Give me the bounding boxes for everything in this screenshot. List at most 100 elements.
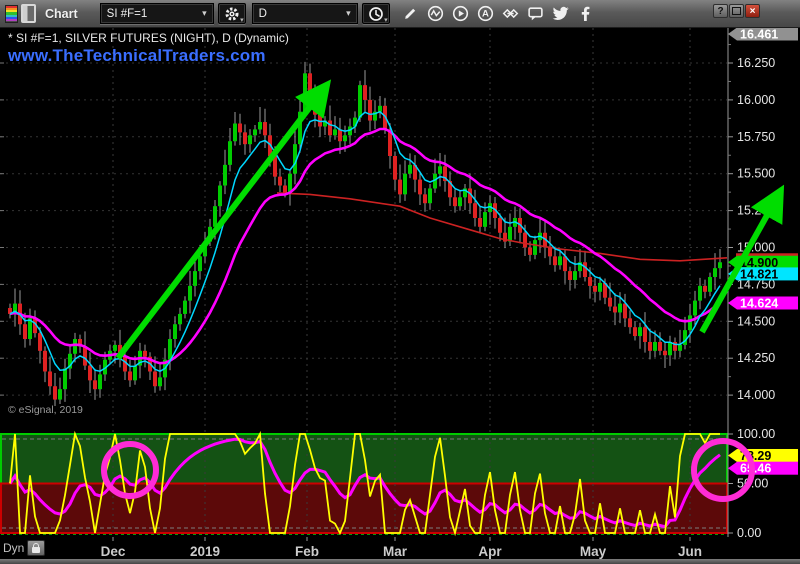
restore-icon	[732, 7, 741, 15]
studies-button[interactable]	[423, 3, 448, 25]
candle-body	[358, 85, 362, 117]
candle-body	[693, 301, 697, 316]
candle-body	[298, 112, 302, 144]
svg-text:50.00: 50.00	[737, 477, 768, 491]
candle-body	[328, 121, 332, 136]
candle-body	[458, 197, 462, 206]
candle-body	[53, 386, 57, 399]
candle-body	[638, 327, 642, 336]
candle-body	[168, 339, 172, 360]
candle-body	[278, 177, 282, 186]
alerts-button[interactable]: A	[473, 3, 498, 25]
price-tag: 16.461	[740, 28, 778, 42]
svg-text:16.250: 16.250	[737, 56, 775, 70]
close-button[interactable]: ×	[745, 4, 760, 18]
facebook-share-button[interactable]	[573, 3, 598, 25]
candle-body	[658, 342, 662, 351]
dyn-label: Dyn	[3, 541, 24, 555]
candle-body	[73, 339, 77, 354]
candle-body	[593, 286, 597, 292]
color-bars-icon[interactable]	[5, 5, 18, 23]
window-controls: ? ×	[712, 4, 760, 18]
candle-body	[568, 271, 572, 280]
candle-body	[418, 180, 422, 195]
candle-body	[573, 271, 577, 280]
candle-body	[668, 342, 672, 355]
candle-body	[258, 122, 262, 129]
candle-body	[143, 351, 147, 357]
candle-body	[523, 233, 527, 248]
twitter-icon	[552, 5, 569, 22]
svg-text:May: May	[580, 544, 607, 559]
chat-button[interactable]	[523, 3, 548, 25]
candle-body	[313, 93, 317, 115]
symbol-dropdown[interactable]: SI #F=1 ▾	[100, 3, 214, 24]
svg-text:Jun: Jun	[678, 544, 702, 559]
symbol-value: SI #F=1	[107, 8, 148, 20]
lock-icon	[32, 547, 40, 553]
candle-body	[273, 156, 277, 177]
svg-text:0.00: 0.00	[737, 526, 761, 540]
twitter-share-button[interactable]	[548, 3, 573, 25]
candle-body	[233, 124, 237, 142]
candle-body	[423, 194, 427, 203]
svg-text:Mar: Mar	[383, 544, 408, 559]
link-button[interactable]	[498, 3, 523, 25]
help-button[interactable]: ?	[713, 4, 728, 18]
axis-lock-button[interactable]	[27, 540, 45, 556]
candle-body	[408, 165, 412, 174]
candle-body	[213, 206, 217, 227]
svg-text:14.500: 14.500	[737, 314, 775, 328]
candle-body	[628, 318, 632, 327]
candle-body	[178, 314, 182, 324]
candle-body	[428, 188, 432, 203]
title-bar: Chart SI #F=1 ▾ ▾ D ▾ ▾	[0, 0, 800, 28]
candle-body	[548, 248, 552, 257]
price-axis[interactable]: 16.25016.00015.75015.50015.25015.00014.7…	[728, 27, 798, 540]
window-frame-bottom	[0, 559, 800, 564]
price-tag: 65.46	[740, 462, 771, 476]
candle-body	[58, 389, 62, 399]
svg-text:Feb: Feb	[295, 544, 319, 559]
pencil-icon	[402, 6, 418, 22]
svg-text:100.00: 100.00	[737, 427, 775, 441]
candle-body	[698, 286, 702, 301]
candle-body	[308, 73, 312, 92]
candle-body	[48, 371, 52, 386]
candle-body	[363, 85, 367, 100]
candle-body	[473, 203, 477, 218]
gear-icon	[224, 6, 240, 22]
candle-body	[613, 307, 617, 313]
candle-body	[553, 256, 557, 265]
svg-text:2019: 2019	[190, 544, 220, 559]
time-axis[interactable]: Dec2019FebMarAprMayJun	[101, 537, 702, 559]
candle-body	[583, 262, 587, 277]
chart-window: 16.25016.00015.75015.50015.25015.00014.7…	[0, 0, 800, 564]
symbol-settings-button[interactable]: ▾	[218, 3, 246, 24]
svg-text:A: A	[482, 9, 489, 20]
candle-body	[183, 301, 187, 314]
candle-body	[228, 141, 232, 165]
candle-body	[643, 327, 647, 342]
fast-ma-line	[10, 112, 720, 372]
candle-body	[663, 351, 667, 355]
candle-body	[533, 240, 537, 255]
candle-body	[648, 342, 652, 351]
interval-dropdown[interactable]: D ▾	[252, 3, 358, 24]
candle-body	[483, 212, 487, 227]
overlay-moving-averages	[10, 112, 727, 372]
candle-body	[43, 351, 47, 372]
window-icon	[21, 4, 36, 23]
candle-body	[498, 218, 502, 233]
time-template-button[interactable]: ▾	[362, 3, 390, 24]
restore-button[interactable]	[729, 4, 744, 18]
candle-body	[128, 371, 132, 380]
chart-canvas[interactable]: 16.25016.00015.75015.50015.25015.00014.7…	[0, 0, 800, 564]
draw-tool-button[interactable]	[398, 3, 423, 25]
candle-body	[203, 242, 207, 257]
chevron-down-icon: ▾	[384, 17, 388, 24]
svg-text:Dec: Dec	[101, 544, 126, 559]
candle-body	[63, 369, 67, 390]
playback-button[interactable]	[448, 3, 473, 25]
watermark-link[interactable]: www.TheTechnicalTraders.com	[8, 46, 266, 66]
